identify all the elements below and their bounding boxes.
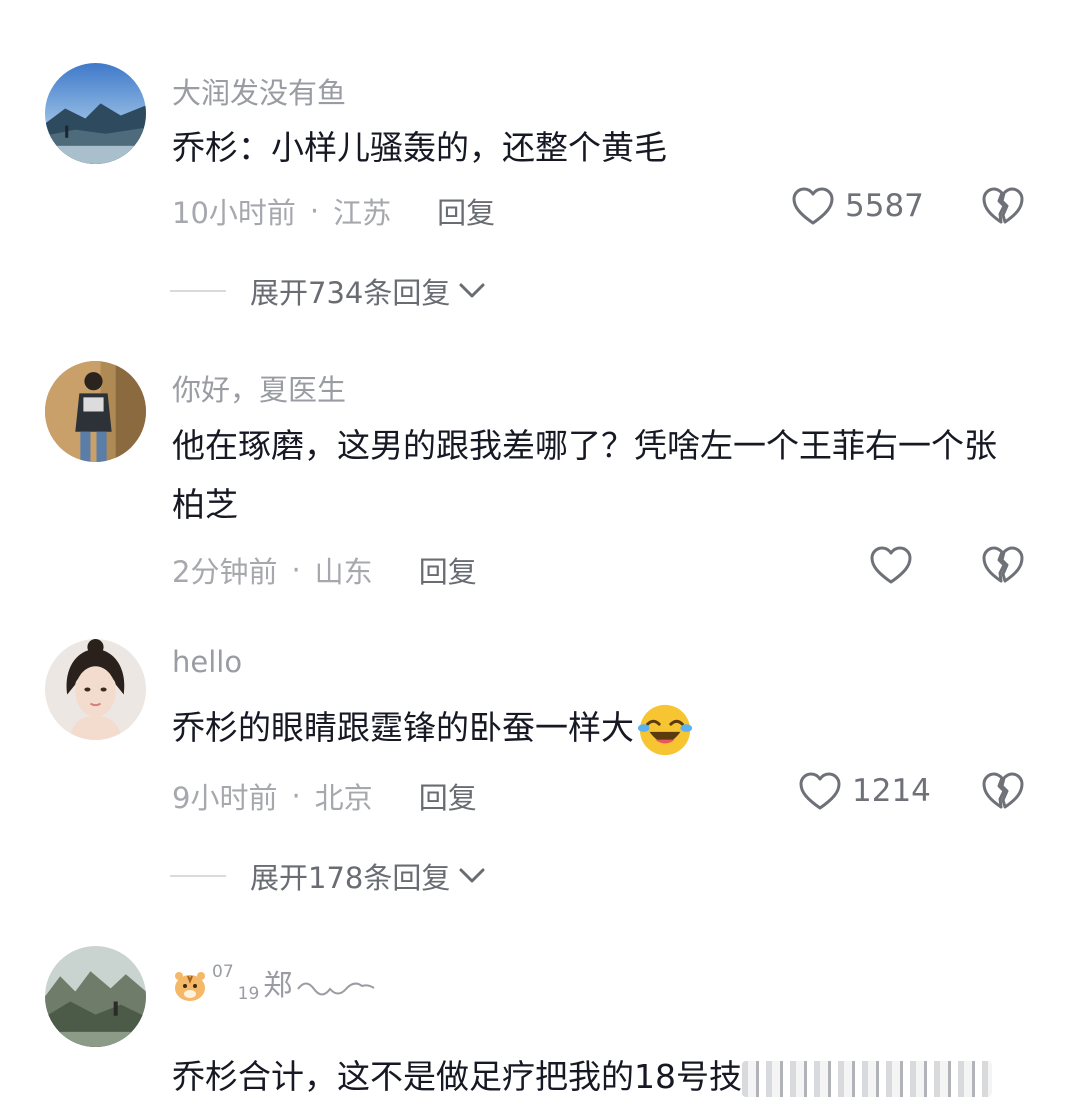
comment-meta: 9小时前 · 北京 回复: [172, 775, 477, 817]
comment-text-content: 乔杉的眼睛跟霆锋的卧蚕一样大: [172, 708, 634, 747]
tiger-face-emoji: [175, 972, 205, 1001]
reply-button[interactable]: 回复: [437, 190, 495, 232]
laughing-tears-emoji: [636, 701, 694, 759]
username[interactable]: 07 19 郑: [172, 962, 376, 1004]
comment-meta: 10小时前 · 江苏 回复: [172, 190, 495, 232]
username-name: 郑: [263, 968, 293, 1002]
heart-outline-icon: [799, 772, 841, 810]
heart-outline-icon: [792, 187, 834, 225]
comment-text: 他在琢磨，这男的跟我差哪了？凭啥左一个王菲右一个张柏芝: [172, 426, 997, 524]
broken-heart-icon: [982, 772, 1024, 809]
like-button[interactable]: 1214: [798, 771, 931, 811]
like-button[interactable]: 5587: [791, 186, 924, 226]
username[interactable]: 你好，夏医生: [172, 367, 346, 409]
comment-location: 北京: [314, 781, 373, 815]
comment-location: 江苏: [333, 196, 392, 230]
reply-button[interactable]: 回复: [419, 775, 477, 817]
expand-replies[interactable]: 展开734条回复: [170, 270, 486, 312]
dislike-button[interactable]: [981, 186, 1025, 226]
expand-label: 展开734条回复: [250, 276, 451, 310]
expand-label: 展开178条回复: [250, 861, 451, 895]
blurred-text: [742, 1060, 992, 1097]
separator-dot: ·: [309, 194, 320, 228]
like-count: 1214: [852, 773, 931, 809]
comment-time: 9小时前: [172, 781, 278, 815]
like-button[interactable]: [869, 545, 913, 585]
divider-line: [170, 875, 226, 877]
comment-text: 乔杉的眼睛跟霆锋的卧蚕一样大: [172, 698, 1022, 759]
comment-meta: 2分钟前 · 山东 回复: [172, 549, 477, 591]
broken-heart-icon: [982, 187, 1024, 224]
heart-outline-icon: [870, 546, 912, 584]
username[interactable]: hello: [172, 645, 242, 679]
chevron-down-icon: [459, 868, 485, 883]
chevron-down-icon: [459, 283, 485, 298]
separator-dot: ·: [291, 779, 301, 813]
broken-heart-icon: [982, 546, 1024, 583]
decorative-swirl-icon: [297, 982, 375, 996]
dislike-button[interactable]: [981, 771, 1025, 811]
username[interactable]: 大润发没有鱼: [172, 70, 346, 112]
comment-location: 山东: [314, 555, 373, 589]
divider-line: [170, 290, 226, 292]
avatar[interactable]: [45, 361, 146, 462]
dislike-button[interactable]: [981, 545, 1025, 585]
comment-text: 乔杉：小样儿骚轰的，还整个黄毛: [172, 128, 667, 167]
avatar[interactable]: [45, 639, 146, 740]
separator-dot: ·: [291, 553, 301, 587]
like-count: 5587: [845, 188, 924, 224]
comment-time: 10小时前: [172, 196, 296, 230]
username-number-bottom: 19: [237, 984, 260, 1004]
reply-button[interactable]: 回复: [419, 549, 477, 591]
avatar[interactable]: [45, 946, 146, 1047]
expand-replies[interactable]: 展开178条回复: [170, 855, 486, 897]
avatar[interactable]: [45, 63, 146, 164]
comment-time: 2分钟前: [172, 555, 278, 589]
comment-text-content: 乔杉合计，这不是做足疗把我的18号技: [172, 1057, 742, 1096]
username-number-top: 07: [212, 962, 234, 982]
comment-text: 乔杉合计，这不是做足疗把我的18号技: [172, 1047, 1072, 1106]
